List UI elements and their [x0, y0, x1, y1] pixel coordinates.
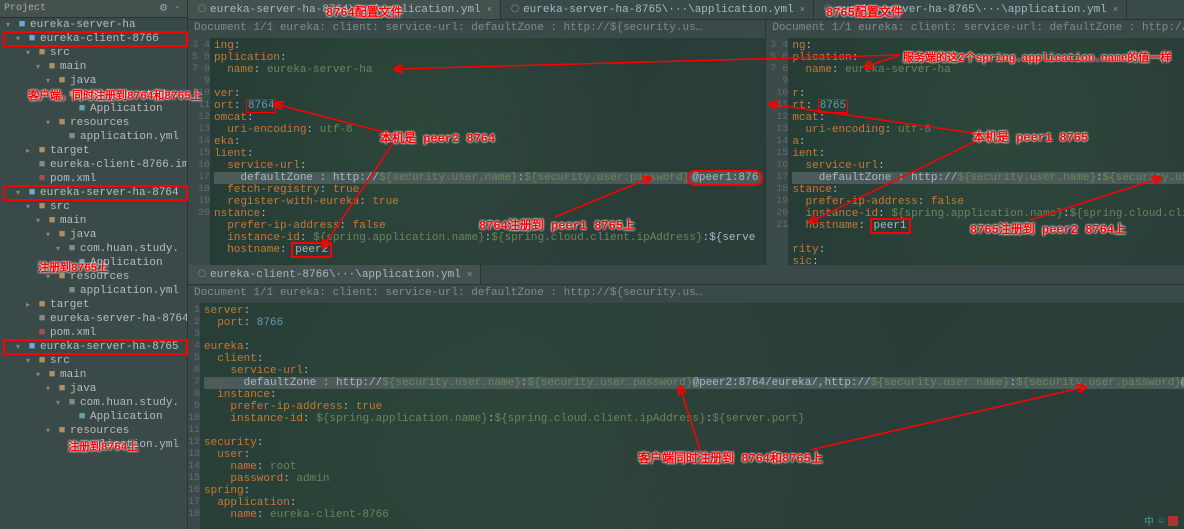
gutter-bottom: 1 2 3 4 5 6 7 8 9 10 11 12 13 14 15 16 1… — [188, 303, 200, 529]
project-tree[interactable]: ▾■eureka-server-ha▾■eureka-client-8766▾■… — [0, 18, 187, 452]
tree-node[interactable]: ■Application — [4, 410, 187, 424]
tree-node[interactable]: ■pom.xml — [4, 326, 187, 340]
tree-node[interactable]: ■eureka-client-8766.iml — [4, 158, 187, 172]
tree-node[interactable]: ■application.yml — [4, 130, 187, 144]
tree-node[interactable]: ▾■main — [4, 214, 187, 228]
tree-node[interactable]: ▾■java — [4, 228, 187, 242]
left-pane: Document 1/1 eureka: client: service-url… — [188, 20, 766, 265]
yaml-icon: ⎔ — [196, 4, 208, 16]
tree-node[interactable]: ▾■com.huan.study. — [4, 396, 187, 410]
tree-node[interactable]: ▾■eureka-server-ha-8765 — [4, 340, 187, 354]
close-icon[interactable]: × — [467, 270, 472, 280]
tree-node[interactable]: ■pom.xml — [4, 172, 187, 186]
tree-node[interactable]: ■Application — [4, 256, 187, 270]
tree-node[interactable]: ■Application — [4, 102, 187, 116]
tree-node[interactable]: ■application.yml — [4, 284, 187, 298]
pin-icon[interactable] — [1168, 516, 1178, 526]
tree-node[interactable]: ▾■eureka-server-ha — [4, 18, 187, 32]
tree-node[interactable]: ▾■src — [4, 354, 187, 368]
close-icon[interactable]: × — [1113, 5, 1118, 15]
tree-node[interactable]: ▾■com.huan.study. — [4, 242, 187, 256]
editor-area: ⎔eureka-server-ha-8764\···\application.y… — [188, 0, 1184, 529]
text-bottom[interactable]: server: port: 8766 eureka: client: servi… — [200, 303, 1184, 529]
breadcrumb-right: Document 1/1 eureka: client: service-url… — [766, 20, 1184, 38]
right-pane: Document 1/1 eureka: client: service-url… — [766, 20, 1184, 265]
code-right[interactable]: 3 4 5 6 7 8 9 10 11 12 13 14 15 16 17 18… — [766, 38, 1184, 265]
yaml-icon: ⎔ — [822, 4, 834, 16]
bottom-pane: ⎔ eureka-client-8766\···\application.yml… — [188, 265, 1184, 529]
editor-tab[interactable]: ⎔eureka-server-ha-8765\···\application.y… — [501, 0, 814, 19]
close-icon[interactable]: × — [800, 5, 805, 15]
tree-node[interactable]: ▾■resources — [4, 270, 187, 284]
tab-label: eureka-client-8766\···\application.yml — [210, 269, 461, 281]
tree-node[interactable]: ▾■java — [4, 382, 187, 396]
editor-tab[interactable]: ⎔eureka-server-ha-8764\···\application.y… — [188, 0, 501, 19]
editor-tabs: ⎔eureka-server-ha-8764\···\application.y… — [188, 0, 1184, 20]
bottom-tabs: ⎔ eureka-client-8766\···\application.yml… — [188, 265, 1184, 285]
smile-icon[interactable]: ☺ — [1158, 516, 1164, 527]
tree-node[interactable]: ▾■main — [4, 60, 187, 74]
yaml-icon: ⎔ — [509, 4, 521, 16]
tree-node[interactable]: ▾■eureka-client-8766 — [4, 32, 187, 46]
tree-node[interactable]: ▾■resources — [4, 424, 187, 438]
text-right[interactable]: ng: plication: name: eureka-server-ha r:… — [788, 38, 1184, 265]
tree-node[interactable]: ▾■src — [4, 46, 187, 60]
breadcrumb-left: Document 1/1 eureka: client: service-url… — [188, 20, 765, 38]
tree-node[interactable]: ▾■main — [4, 368, 187, 382]
editor-split: Document 1/1 eureka: client: service-url… — [188, 20, 1184, 265]
tree-node[interactable]: ▾■src — [4, 200, 187, 214]
tree-node[interactable]: ■eureka-server-ha-8764.i — [4, 312, 187, 326]
tab-client-8766[interactable]: ⎔ eureka-client-8766\···\application.yml… — [188, 265, 481, 284]
editor-tab[interactable]: ⎔eureka-server-ha-8765\···\application.y… — [814, 0, 1127, 19]
yaml-icon: ⎔ — [196, 269, 208, 281]
breadcrumb-bottom: Document 1/1 eureka: client: service-url… — [188, 285, 1184, 303]
close-icon[interactable]: × — [487, 5, 492, 15]
code-left[interactable]: 3 4 5 6 7 8 9 10 11 12 13 14 15 16 17 18… — [188, 38, 765, 265]
ime-indicator[interactable]: 中 — [1144, 513, 1154, 529]
sidebar-icon-collapse[interactable]: - — [174, 3, 180, 14]
tree-node[interactable]: ▾■eureka-server-ha-8764 — [4, 186, 187, 200]
project-sidebar: Project ⚙ - ▾■eureka-server-ha▾■eureka-c… — [0, 0, 188, 529]
sidebar-title: Project — [4, 3, 46, 14]
gutter-left: 3 4 5 6 7 8 9 10 11 12 13 14 15 16 17 18… — [188, 38, 210, 265]
tree-node[interactable]: ▾■java — [4, 74, 187, 88]
sidebar-icon-settings[interactable]: ⚙ — [159, 3, 168, 15]
tree-node[interactable]: ▾■resources — [4, 116, 187, 130]
tree-node[interactable]: ▸■target — [4, 144, 187, 158]
gutter-right: 3 4 5 6 7 8 9 10 11 12 13 14 15 16 17 18… — [766, 38, 788, 265]
tree-node[interactable]: ▸■target — [4, 298, 187, 312]
text-left[interactable]: ing: pplication: name: eureka-server-ha … — [210, 38, 765, 265]
sidebar-title-bar: Project ⚙ - — [0, 0, 187, 18]
tree-node[interactable]: ▾■com.huan.study. — [4, 88, 187, 102]
status-bar: 中 ☺ — [1138, 513, 1184, 529]
tree-node[interactable]: ■application.yml — [4, 438, 187, 452]
code-bottom[interactable]: 1 2 3 4 5 6 7 8 9 10 11 12 13 14 15 16 1… — [188, 303, 1184, 529]
